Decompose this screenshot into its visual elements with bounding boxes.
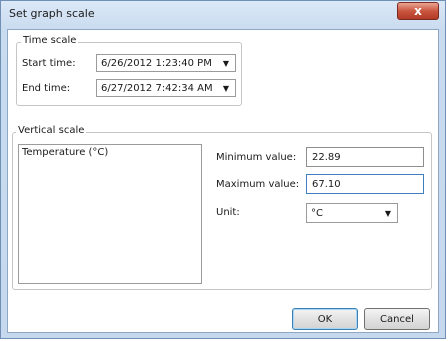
start-time-label: Start time:	[22, 58, 76, 69]
minimum-value-input[interactable]: 22.89	[306, 147, 424, 167]
dialog-title: Set graph scale	[9, 7, 95, 20]
maximum-value-label: Maximum value:	[216, 179, 300, 190]
vertical-scale-label: Vertical scale	[16, 125, 87, 136]
time-scale-label: Time scale	[21, 35, 79, 46]
cancel-button[interactable]: Cancel	[364, 308, 430, 330]
dialog-window: Set graph scale x Time scale Start time:…	[0, 0, 446, 339]
minimum-value-label: Minimum value:	[216, 152, 297, 163]
chevron-down-icon: ▼	[222, 59, 229, 68]
end-time-label: End time:	[22, 83, 71, 94]
unit-dropdown[interactable]: °C ▼	[306, 203, 398, 223]
start-time-value: 6/26/2012 1:23:40 PM	[101, 57, 212, 69]
start-time-dropdown[interactable]: 6/26/2012 1:23:40 PM ▼	[96, 54, 236, 72]
chevron-down-icon: ▼	[222, 84, 229, 93]
series-listbox[interactable]: Temperature (°C)	[18, 144, 202, 284]
unit-label: Unit:	[216, 207, 240, 218]
list-item[interactable]: Temperature (°C)	[19, 145, 201, 160]
dialog-content: Time scale Start time: 6/26/2012 1:23:40…	[7, 29, 439, 333]
ok-button[interactable]: OK	[292, 308, 358, 330]
minimum-value-text: 22.89	[312, 151, 341, 163]
close-button[interactable]: x	[397, 2, 439, 20]
close-icon: x	[414, 4, 422, 18]
maximum-value-input[interactable]: 67.10	[306, 174, 424, 194]
chevron-down-icon: ▼	[384, 209, 391, 218]
title-bar[interactable]: Set graph scale x	[1, 1, 445, 25]
end-time-dropdown[interactable]: 6/27/2012 7:42:34 AM ▼	[96, 79, 236, 97]
end-time-value: 6/27/2012 7:42:34 AM	[101, 82, 213, 94]
maximum-value-text: 67.10	[312, 178, 341, 190]
unit-value: °C	[311, 207, 323, 219]
